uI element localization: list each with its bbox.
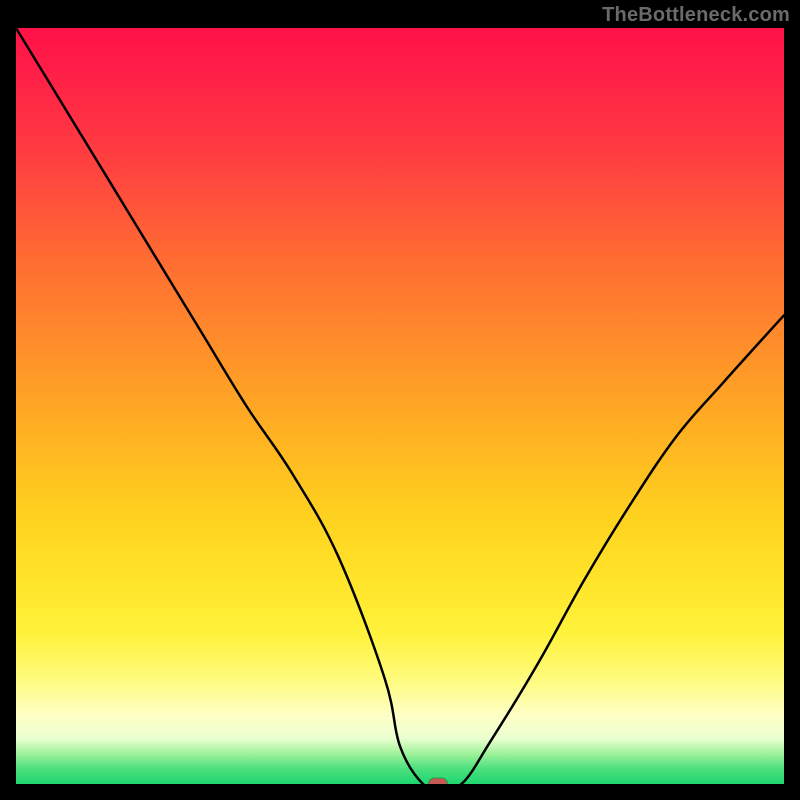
optimum-marker: [429, 779, 447, 785]
watermark-text: TheBottleneck.com: [602, 4, 790, 27]
bottleneck-curve: [16, 28, 784, 784]
chart-frame: TheBottleneck.com: [0, 0, 800, 800]
curve-path: [16, 28, 784, 784]
plot-area: [16, 28, 784, 784]
